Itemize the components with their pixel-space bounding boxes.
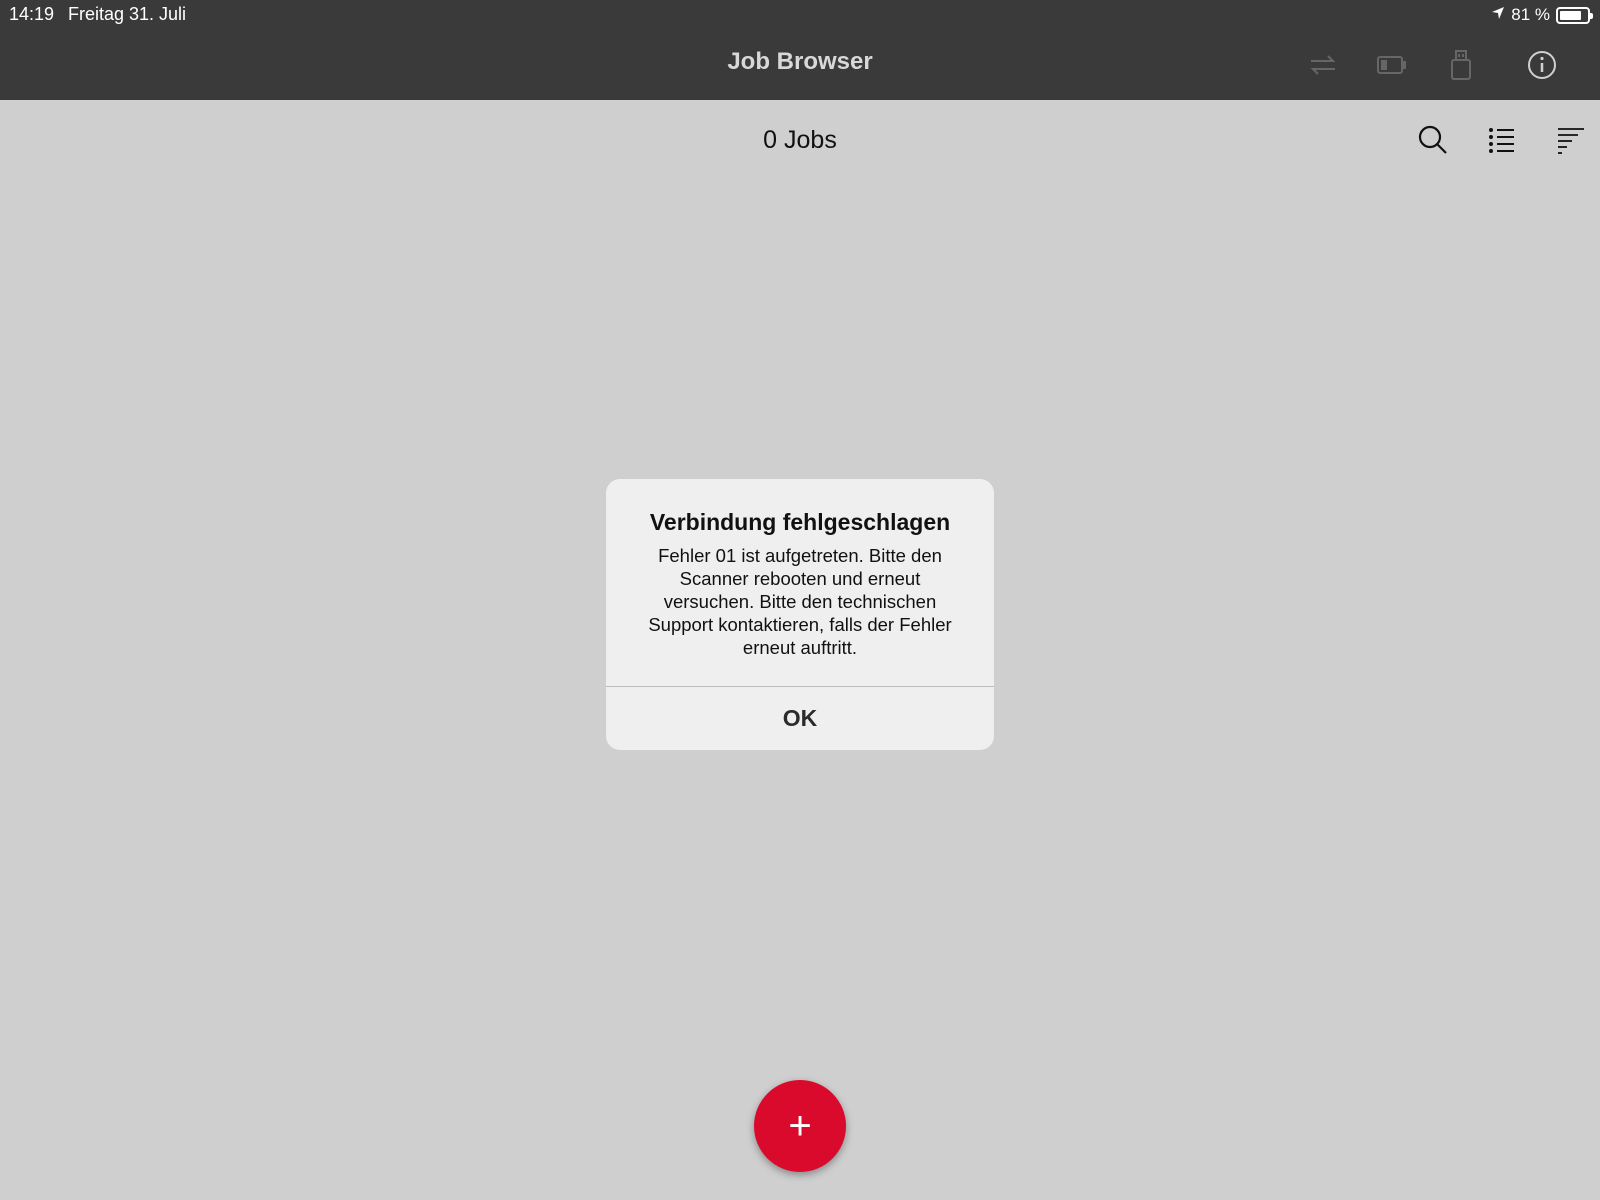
plus-icon: + [788, 1104, 812, 1148]
sync-icon[interactable] [1306, 48, 1340, 82]
info-icon[interactable] [1525, 48, 1559, 82]
battery-status-icon [1556, 6, 1593, 24]
ok-button[interactable]: OK [606, 687, 994, 750]
page-title: Job Browser [727, 48, 873, 75]
battery-level [1560, 10, 1582, 20]
search-icon[interactable] [1415, 122, 1451, 158]
dialog-message: Fehler 01 ist aufgetreten. Bitte den Sca… [648, 545, 952, 658]
status-date: Freitag 31. Juli [68, 4, 187, 24]
add-job-button[interactable]: + [754, 1080, 846, 1172]
usb-drive-icon[interactable] [1444, 48, 1478, 82]
top-bar: 14:19 Freitag 31. Juli 81 % Job Browser [0, 0, 1600, 100]
dialog-title: Verbindung fehlgeschlagen [649, 509, 951, 535]
status-time: 14:19 [9, 4, 55, 24]
jobs-count: 0 Jobs [763, 126, 837, 154]
list-icon[interactable] [1484, 122, 1520, 158]
error-dialog: Verbindung fehlgeschlagen Fehler 01 ist … [606, 479, 994, 750]
battery-percentage: 81 % [1511, 5, 1550, 24]
status-indicators: 81 % [1491, 4, 1593, 26]
battery-icon[interactable] [1375, 48, 1409, 82]
location-arrow-icon [1491, 5, 1505, 25]
sort-icon[interactable] [1553, 122, 1589, 158]
